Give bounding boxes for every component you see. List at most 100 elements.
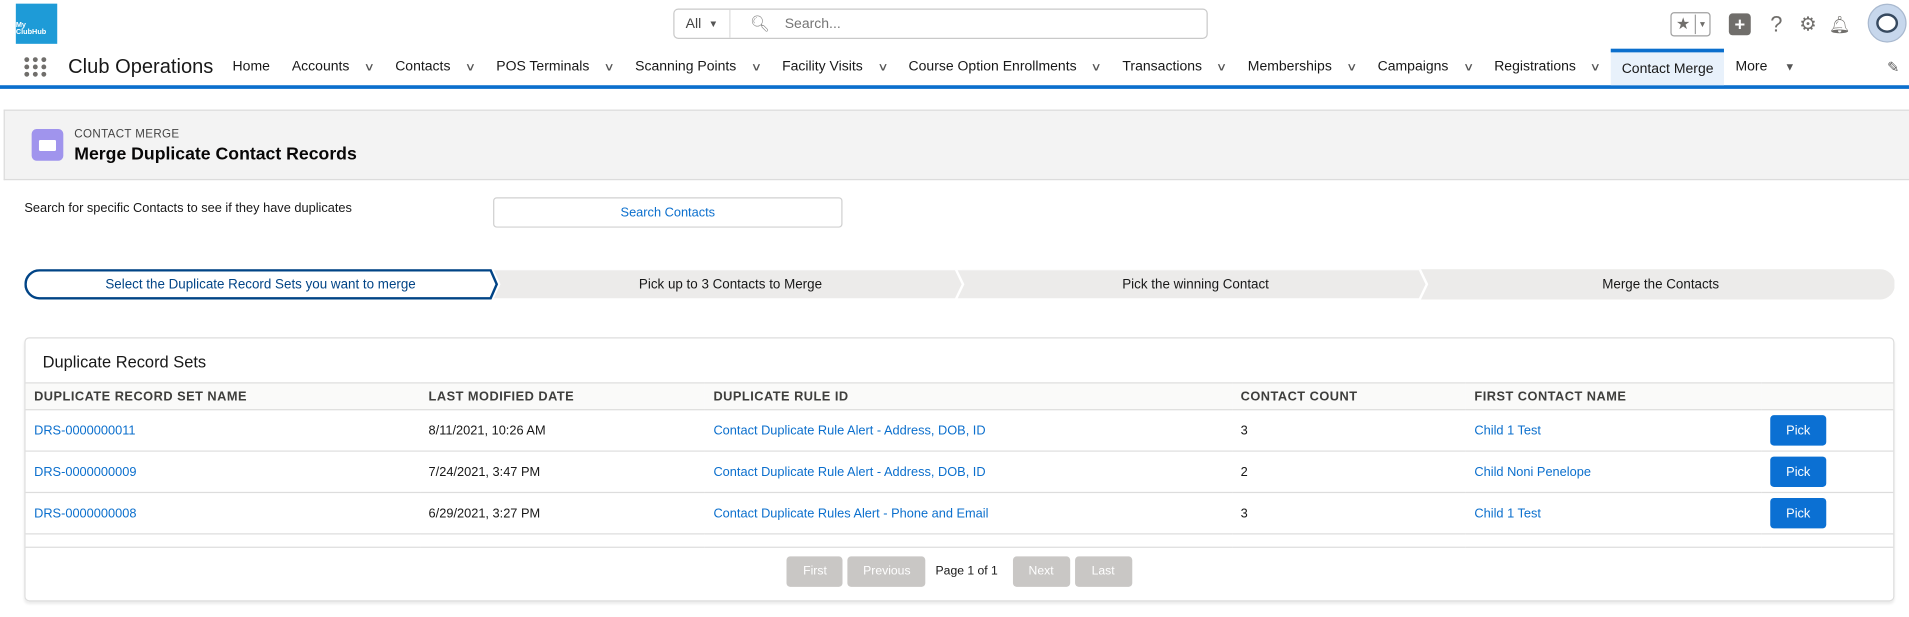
pagination: First Previous Page 1 of 1 Next Last (26, 556, 1894, 587)
duplicate-rule-link[interactable]: Contact Duplicate Rules Alert - Phone an… (713, 506, 988, 521)
duplicate-rule-link[interactable]: Contact Duplicate Rule Alert - Address, … (713, 423, 985, 438)
nav-tab-pos-terminals[interactable]: POS Terminals ∨ (485, 49, 624, 86)
chevron-down-icon[interactable]: ∨ (877, 60, 888, 73)
nav-tab-label: Contacts (395, 59, 451, 75)
chevron-down-icon[interactable]: ∨ (1346, 60, 1357, 73)
object-type-label: CONTACT MERGE (74, 127, 180, 142)
path-step-3[interactable]: Pick the winning Contact (964, 269, 1427, 299)
nav-tab-home[interactable]: Home (222, 49, 281, 86)
plus-icon: + (1734, 14, 1746, 35)
search-icon: 🔍︎ (749, 14, 771, 33)
nav-tab-more[interactable]: More ▼ (1724, 49, 1806, 86)
column-header-rule: DUPLICATE RULE ID (704, 382, 1233, 411)
last-modified-cell: 6/29/2021, 3:27 PM (420, 492, 705, 535)
question-icon: ? (1770, 11, 1783, 36)
nav-tab-label: Scanning Points (635, 59, 737, 75)
card-title: Duplicate Record Sets (42, 353, 207, 372)
nav-tab-memberships[interactable]: Memberships ∨ (1237, 49, 1367, 86)
nav-tab-transactions[interactable]: Transactions ∨ (1111, 49, 1236, 86)
path-step-4[interactable]: Merge the Contacts (1429, 269, 1892, 299)
search-hint: Search for specific Contacts to see if t… (24, 200, 352, 216)
nav-tab-label: Transactions (1122, 59, 1203, 75)
nav-tab-contact-merge[interactable]: Contact Merge (1610, 48, 1725, 86)
nav-tab-label: POS Terminals (496, 59, 590, 75)
app-name: Club Operations (68, 56, 214, 78)
record-set-link[interactable]: DRS-0000000011 (34, 423, 135, 438)
duplicate-record-sets-card: Duplicate Record Sets DUPLICATE RECORD S… (24, 337, 1895, 602)
column-header-name: DUPLICATE RECORD SET NAME (25, 382, 421, 411)
merge-path: Select the Duplicate Record Sets you wan… (24, 269, 1895, 300)
nav-tab-registrations[interactable]: Registrations ∨ (1483, 49, 1610, 86)
chevron-down-icon[interactable]: ∨ (364, 60, 375, 73)
record-set-link[interactable]: DRS-0000000008 (34, 506, 136, 521)
nav-tab-label: Accounts (291, 59, 350, 75)
column-header-modified: LAST MODIFIED DATE (420, 382, 705, 411)
favorites-button[interactable]: ★ ▼ (1670, 12, 1711, 37)
user-avatar[interactable] (1867, 3, 1907, 43)
nav-tab-label: Home (232, 59, 270, 75)
first-contact-link[interactable]: Child 1 Test (1474, 423, 1541, 438)
duplicate-rule-link[interactable]: Contact Duplicate Rule Alert - Address, … (713, 464, 985, 479)
nav-tab-label: Facility Visits (782, 59, 863, 75)
chevron-down-icon[interactable]: ∨ (465, 60, 476, 73)
nav-tab-scanning-points[interactable]: Scanning Points ∨ (624, 49, 771, 86)
nav-tab-facility-visits[interactable]: Facility Visits ∨ (771, 49, 897, 86)
table-spacer-row (25, 533, 1894, 548)
caret-down-icon: ▼ (708, 18, 719, 30)
pick-button[interactable]: Pick (1770, 415, 1827, 446)
global-search: All ▼ 🔍︎ (673, 8, 1208, 39)
app-launcher-icon[interactable] (24, 57, 47, 77)
chevron-down-icon[interactable]: ∨ (751, 60, 762, 73)
last-page-button[interactable]: Last (1074, 556, 1132, 587)
search-scope-dropdown[interactable]: All ▼ (674, 9, 731, 38)
nav-tabs: Home Accounts ∨ Contacts ∨ POS Terminals ∨ Scan… (222, 48, 1807, 86)
table-row: DRS-0000000009 7/24/2021, 3:47 PM Contact … (25, 451, 1894, 494)
global-add-button[interactable]: + (1728, 13, 1751, 36)
chevron-down-icon[interactable]: ∨ (604, 60, 615, 73)
first-page-button[interactable]: First (787, 556, 844, 587)
first-contact-link[interactable]: Child Noni Penelope (1474, 464, 1591, 479)
nav-tab-campaigns[interactable]: Campaigns ∨ (1367, 49, 1484, 86)
navigation-bar: Club Operations Home Accounts ∨ Contacts ∨ PO… (0, 48, 1909, 89)
next-page-button[interactable]: Next (1012, 556, 1070, 587)
help-button[interactable]: ? (1767, 12, 1786, 36)
contact-count-cell: 3 (1232, 409, 1466, 452)
path-step-1[interactable]: Select the Duplicate Record Sets you wan… (24, 269, 496, 299)
table-row: DRS-0000000008 6/29/2021, 3:27 PM Contact … (25, 492, 1894, 535)
edit-nav-pencil-icon[interactable]: ✎ (1887, 58, 1899, 75)
record-set-link[interactable]: DRS-0000000009 (34, 464, 136, 479)
duplicate-record-sets-table: DUPLICATE RECORD SET NAME LAST MODIFIED … (25, 382, 1894, 548)
myclubhub-logo[interactable]: My ClubHub (15, 3, 58, 44)
nav-tab-contacts[interactable]: Contacts ∨ (384, 49, 485, 86)
bell-icon: 🔔︎ (1828, 14, 1851, 34)
star-icon: ★ (1672, 14, 1696, 35)
nav-tab-accounts[interactable]: Accounts ∨ (281, 49, 384, 86)
caret-down-icon: ▼ (1698, 20, 1707, 29)
first-contact-link[interactable]: Child 1 Test (1474, 506, 1541, 521)
nav-tab-label: Registrations (1494, 59, 1576, 75)
app-window: My ClubHub All▼ 🔍︎ ★▼ + ? ⚙ 🔔︎ Club Oper… (0, 0, 1909, 617)
chevron-down-icon[interactable]: ∨ (1590, 60, 1601, 73)
setup-button[interactable]: ⚙ (1798, 12, 1817, 36)
contact-count-cell: 2 (1232, 451, 1466, 494)
search-input[interactable] (782, 15, 1207, 33)
contact-count-cell: 3 (1232, 492, 1466, 535)
gear-icon: ⚙ (1799, 14, 1817, 36)
notifications-button[interactable]: 🔔︎ (1828, 12, 1851, 36)
pick-button[interactable]: Pick (1770, 456, 1827, 487)
path-step-2[interactable]: Pick up to 3 Contacts to Merge (499, 269, 962, 299)
page-title: Merge Duplicate Contact Records (74, 144, 357, 165)
previous-page-button[interactable]: Previous (847, 556, 926, 587)
column-header-action (1761, 382, 1894, 411)
search-contacts-button[interactable]: Search Contacts (493, 197, 843, 228)
chevron-down-icon[interactable]: ∨ (1091, 60, 1102, 73)
page-header: CONTACT MERGE Merge Duplicate Contact Re… (3, 109, 1909, 181)
chevron-down-icon[interactable]: ∨ (1463, 60, 1474, 73)
caret-down-icon[interactable]: ▼ (1784, 61, 1795, 73)
chevron-down-icon[interactable]: ∨ (1216, 60, 1227, 73)
pick-button[interactable]: Pick (1770, 497, 1827, 529)
contact-card-icon (31, 129, 64, 161)
nav-tab-label: Contact Merge (1621, 61, 1714, 77)
avatar-face-icon (1876, 13, 1899, 33)
nav-tab-course-option-enrollments[interactable]: Course Option Enrollments ∨ (898, 49, 1112, 86)
